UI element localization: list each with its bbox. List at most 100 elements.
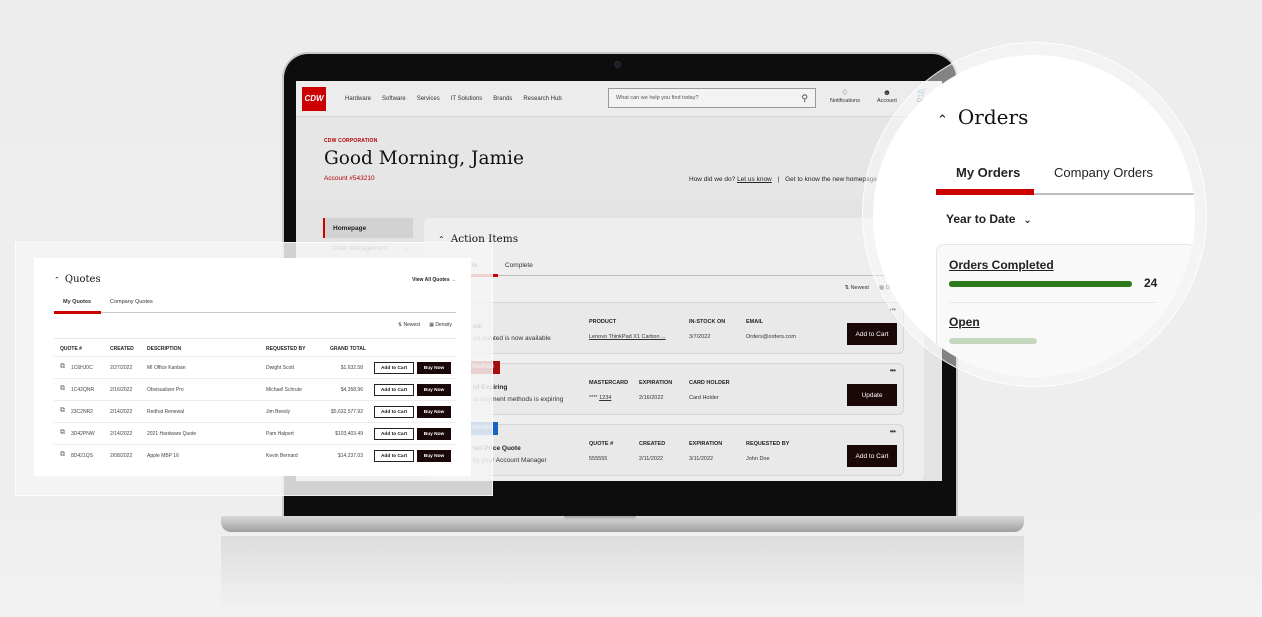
orders-completed-link[interactable]: Orders Completed [949,258,1054,272]
created-col: CREATED 2/11/2022 [639,441,665,462]
cdw-logo[interactable]: CDW [302,86,326,111]
quote-number[interactable]: 3D42PNW [71,431,95,437]
orders-summary-card: Orders Completed 24 Open [936,244,1195,377]
buy-now-button[interactable]: Buy Now [417,406,451,418]
open-quote-icon[interactable]: ⧉ [60,363,65,371]
card-last4-link[interactable]: 1234 [599,395,611,401]
col-value: John Doe [746,456,770,462]
sort-newest-button[interactable]: ⇅ Newest [844,285,868,291]
quote-description: Redhat Renewal [147,409,184,415]
tab-complete[interactable]: Complete [505,262,533,269]
add-to-cart-button[interactable]: Add to Cart [374,362,414,374]
action-card-payment: ayment Method rd Expiring ur payment met… [425,361,904,415]
col-header: EXPIRATION [639,380,673,386]
orders-open-progress-fill [949,338,1037,344]
quote-grand-total: $5,632,577.92 [331,409,363,415]
buy-now-button[interactable]: Buy Now [417,362,451,374]
add-to-cart-button[interactable]: Add to Cart [847,445,897,467]
divider [949,302,1156,303]
chevron-up-icon[interactable]: ⌃ [937,113,948,128]
laptop-reflection [221,536,1024,616]
feedback-link[interactable]: Let us know [737,176,772,183]
account-number: Account #543210 [324,175,375,182]
account-label: Account [877,98,897,104]
orders-title[interactable]: ⌃ Orders [937,105,1028,129]
col-requested-by[interactable]: REQUESTED BY [266,346,305,352]
col-value: Card Holder [689,395,719,401]
product-link[interactable]: Lenovo ThinkPad X1 Carbon ... [589,334,666,340]
search-icon[interactable]: ⚲ [801,93,808,104]
buy-now-button[interactable]: Buy Now [417,450,451,462]
view-all-quotes-link[interactable]: View All Quotes → [412,277,456,283]
chevron-up-icon[interactable]: ⌃ [54,276,60,284]
ellipsis-icon[interactable]: ••• [890,366,896,375]
add-to-cart-button[interactable]: Add to Cart [374,384,414,396]
col-created[interactable]: CREATED [110,346,134,352]
table-row: ⧉ 23C2NR2 2/14/2022 Redhat Renewal Jim Beesl… [54,400,456,422]
update-button[interactable]: Update [847,384,897,406]
search-input[interactable]: What can we help you find today? ⚲ [608,88,816,108]
ellipsis-icon[interactable]: ••• [890,427,896,436]
quote-requested-by: Jim Beesly [266,409,291,415]
col-header: PRODUCT [589,319,617,325]
open-quote-icon[interactable]: ⧉ [60,451,65,459]
card-number: **** 1234 [589,395,628,401]
quote-created: 2/14/2022 [110,431,133,437]
chevron-down-icon: ⌄ [1023,215,1032,226]
nav-it-solutions[interactable]: IT Solutions [451,96,483,102]
col-description[interactable]: DESCRIPTION [147,346,181,352]
date-range-value: Year to Date [946,212,1016,226]
tab-my-quotes[interactable]: My Quotes [63,299,91,305]
tab-company-quotes[interactable]: Company Quotes [110,299,153,305]
nav-hardware[interactable]: Hardware [345,96,371,102]
quote-description: 2021 Hardware Quote [147,431,197,437]
page-title: Good Morning, Jamie [324,148,524,169]
nav-research-hub[interactable]: Research Hub [523,96,561,102]
quote-number[interactable]: 8D421QS [71,453,93,459]
nav-services[interactable]: Services [417,96,440,102]
add-to-cart-button[interactable]: Add to Cart [374,450,414,462]
camera-icon [614,61,621,68]
quotes-title[interactable]: ⌃ Quotes [54,274,101,285]
account-button[interactable]: ☻ Account [877,88,897,104]
buy-now-button[interactable]: Buy Now [417,384,451,396]
nav-software[interactable]: Software [382,96,406,102]
orders-open-link[interactable]: Open [949,315,980,329]
col-header: CREATED [639,441,666,447]
col-quote-number[interactable]: QUOTE # [60,346,82,352]
site-header: CDW Hardware Software Services IT Soluti… [296,81,942,117]
quotes-sort: ⇅ Newest ▦ Density [398,322,452,328]
density-button[interactable]: ▦ Density [429,322,452,328]
action-card-quote-reminder: uote Reminder ied Price Quote by your Ac… [425,422,904,476]
open-quote-icon[interactable]: ⧉ [60,385,65,393]
density-label: Density [435,322,452,328]
tab-company-orders[interactable]: Company Orders [1054,165,1153,180]
tab-my-orders[interactable]: My Orders [956,165,1020,180]
add-to-cart-button[interactable]: Add to Cart [374,428,414,440]
open-quote-icon[interactable]: ⧉ [60,407,65,415]
orders-completed-progress-fill [949,281,1132,287]
sort-newest-button[interactable]: ⇅ Newest [398,322,420,328]
open-quote-icon[interactable]: ⧉ [60,429,65,437]
add-to-cart-button[interactable]: Add to Cart [847,323,897,345]
date-range-dropdown[interactable]: Year to Date ⌄ [946,212,1032,226]
buy-now-button[interactable]: Buy Now [417,428,451,440]
user-icon: ☻ [882,88,892,97]
add-to-cart-button[interactable]: Add to Cart [374,406,414,418]
nav-brands[interactable]: Brands [493,96,512,102]
quote-number[interactable]: 23C2NR2 [71,409,93,415]
quote-number[interactable]: 1C42QNR [71,387,94,393]
feedback-separator: | [777,176,780,183]
quote-number[interactable]: 1C6HJ0C [71,365,93,371]
sidebar-item-homepage[interactable]: Homepage [323,218,413,238]
col-value: 3/7/2022 [689,334,711,340]
notifications-button[interactable]: ♢ Notifications [830,88,860,104]
col-grand-total[interactable]: GRAND TOTAL [330,346,366,352]
col-header: CARD HOLDER [689,380,730,386]
quote-created: 2/16/2022 [110,387,133,393]
quotes-tabs: My Quotes Company Quotes [54,296,456,314]
table-header: QUOTE # CREATED DESCRIPTION REQUESTED BY… [54,338,456,356]
col-header: EMAIL [746,319,764,325]
main-nav: Hardware Software Services IT Solutions … [345,96,562,102]
requested-by-col: REQUESTED BY John Doe [746,441,789,462]
